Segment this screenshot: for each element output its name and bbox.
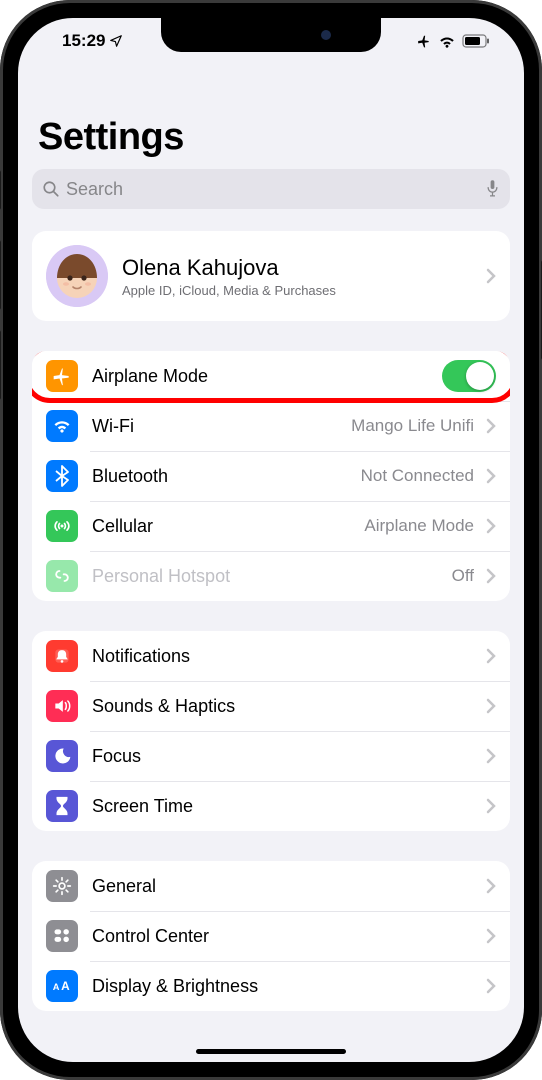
- chevron-right-icon: [486, 418, 496, 434]
- chevron-right-icon: [486, 978, 496, 994]
- sounds-icon: [46, 690, 78, 722]
- profile-group: Olena Kahujova Apple ID, iCloud, Media &…: [32, 231, 510, 321]
- general-group: General Control Center AA Display & Brig…: [32, 861, 510, 1011]
- cellular-row[interactable]: Cellular Airplane Mode: [32, 501, 510, 551]
- bluetooth-row[interactable]: Bluetooth Not Connected: [32, 451, 510, 501]
- control-center-row[interactable]: Control Center: [32, 911, 510, 961]
- focus-icon: [46, 740, 78, 772]
- airplane-status-icon: [416, 34, 432, 48]
- sounds-label: Sounds & Haptics: [92, 696, 478, 717]
- focus-row[interactable]: Focus: [32, 731, 510, 781]
- airplane-label: Airplane Mode: [92, 366, 442, 387]
- airplane-mode-row[interactable]: Airplane Mode: [32, 351, 510, 401]
- chevron-right-icon: [486, 648, 496, 664]
- control-center-label: Control Center: [92, 926, 478, 947]
- chevron-right-icon: [486, 878, 496, 894]
- chevron-right-icon: [486, 748, 496, 764]
- svg-text:A: A: [61, 979, 70, 993]
- cellular-label: Cellular: [92, 516, 364, 537]
- bluetooth-value: Not Connected: [361, 466, 474, 486]
- general-icon: [46, 870, 78, 902]
- page-title: Settings: [38, 116, 510, 159]
- chevron-right-icon: [486, 928, 496, 944]
- connectivity-group: Airplane Mode Wi-Fi Mango Life Unifi Blu: [32, 351, 510, 601]
- status-time: 15:29: [62, 31, 105, 51]
- notifications-label: Notifications: [92, 646, 478, 667]
- avatar: [46, 245, 108, 307]
- search-icon: [42, 180, 60, 198]
- notifications-group: Notifications Sounds & Haptics Focus: [32, 631, 510, 831]
- general-row[interactable]: General: [32, 861, 510, 911]
- home-indicator[interactable]: [196, 1049, 346, 1054]
- dictation-icon: [485, 179, 500, 199]
- wifi-icon: [46, 410, 78, 442]
- chevron-right-icon: [486, 518, 496, 534]
- chevron-right-icon: [486, 798, 496, 814]
- general-label: General: [92, 876, 478, 897]
- screentime-label: Screen Time: [92, 796, 478, 817]
- wifi-label: Wi-Fi: [92, 416, 351, 437]
- display-row[interactable]: AA Display & Brightness: [32, 961, 510, 1011]
- phone-frame: 15:29 Settings Search: [0, 0, 542, 1080]
- svg-text:A: A: [53, 982, 60, 992]
- bluetooth-label: Bluetooth: [92, 466, 361, 487]
- sounds-row[interactable]: Sounds & Haptics: [32, 681, 510, 731]
- bluetooth-icon: [46, 460, 78, 492]
- notch: [161, 18, 381, 52]
- settings-scroll-area[interactable]: Settings Search Olena Kahujova Apple ID,…: [18, 64, 524, 1062]
- notifications-row[interactable]: Notifications: [32, 631, 510, 681]
- display-label: Display & Brightness: [92, 976, 478, 997]
- search-field[interactable]: Search: [32, 169, 510, 209]
- cellular-icon: [46, 510, 78, 542]
- wifi-row[interactable]: Wi-Fi Mango Life Unifi: [32, 401, 510, 451]
- hotspot-icon: [46, 560, 78, 592]
- profile-name: Olena Kahujova: [122, 255, 478, 281]
- wifi-value: Mango Life Unifi: [351, 416, 474, 436]
- volume-down-button: [0, 330, 1, 400]
- search-placeholder: Search: [66, 179, 485, 200]
- silence-switch: [0, 170, 1, 210]
- hotspot-label: Personal Hotspot: [92, 566, 452, 587]
- notifications-icon: [46, 640, 78, 672]
- screentime-icon: [46, 790, 78, 822]
- hotspot-value: Off: [452, 566, 474, 586]
- focus-label: Focus: [92, 746, 478, 767]
- chevron-right-icon: [486, 468, 496, 484]
- profile-subtitle: Apple ID, iCloud, Media & Purchases: [122, 283, 478, 298]
- screen: 15:29 Settings Search: [18, 18, 524, 1062]
- location-icon: [109, 34, 123, 48]
- apple-id-row[interactable]: Olena Kahujova Apple ID, iCloud, Media &…: [32, 231, 510, 321]
- screentime-row[interactable]: Screen Time: [32, 781, 510, 831]
- wifi-status-icon: [438, 34, 456, 48]
- control-center-icon: [46, 920, 78, 952]
- chevron-right-icon: [486, 568, 496, 584]
- airplane-icon: [46, 360, 78, 392]
- hotspot-row: Personal Hotspot Off: [32, 551, 510, 601]
- display-icon: AA: [46, 970, 78, 1002]
- volume-up-button: [0, 240, 1, 310]
- chevron-right-icon: [486, 268, 496, 284]
- airplane-toggle[interactable]: [442, 360, 496, 392]
- chevron-right-icon: [486, 698, 496, 714]
- cellular-value: Airplane Mode: [364, 516, 474, 536]
- battery-status-icon: [462, 34, 490, 48]
